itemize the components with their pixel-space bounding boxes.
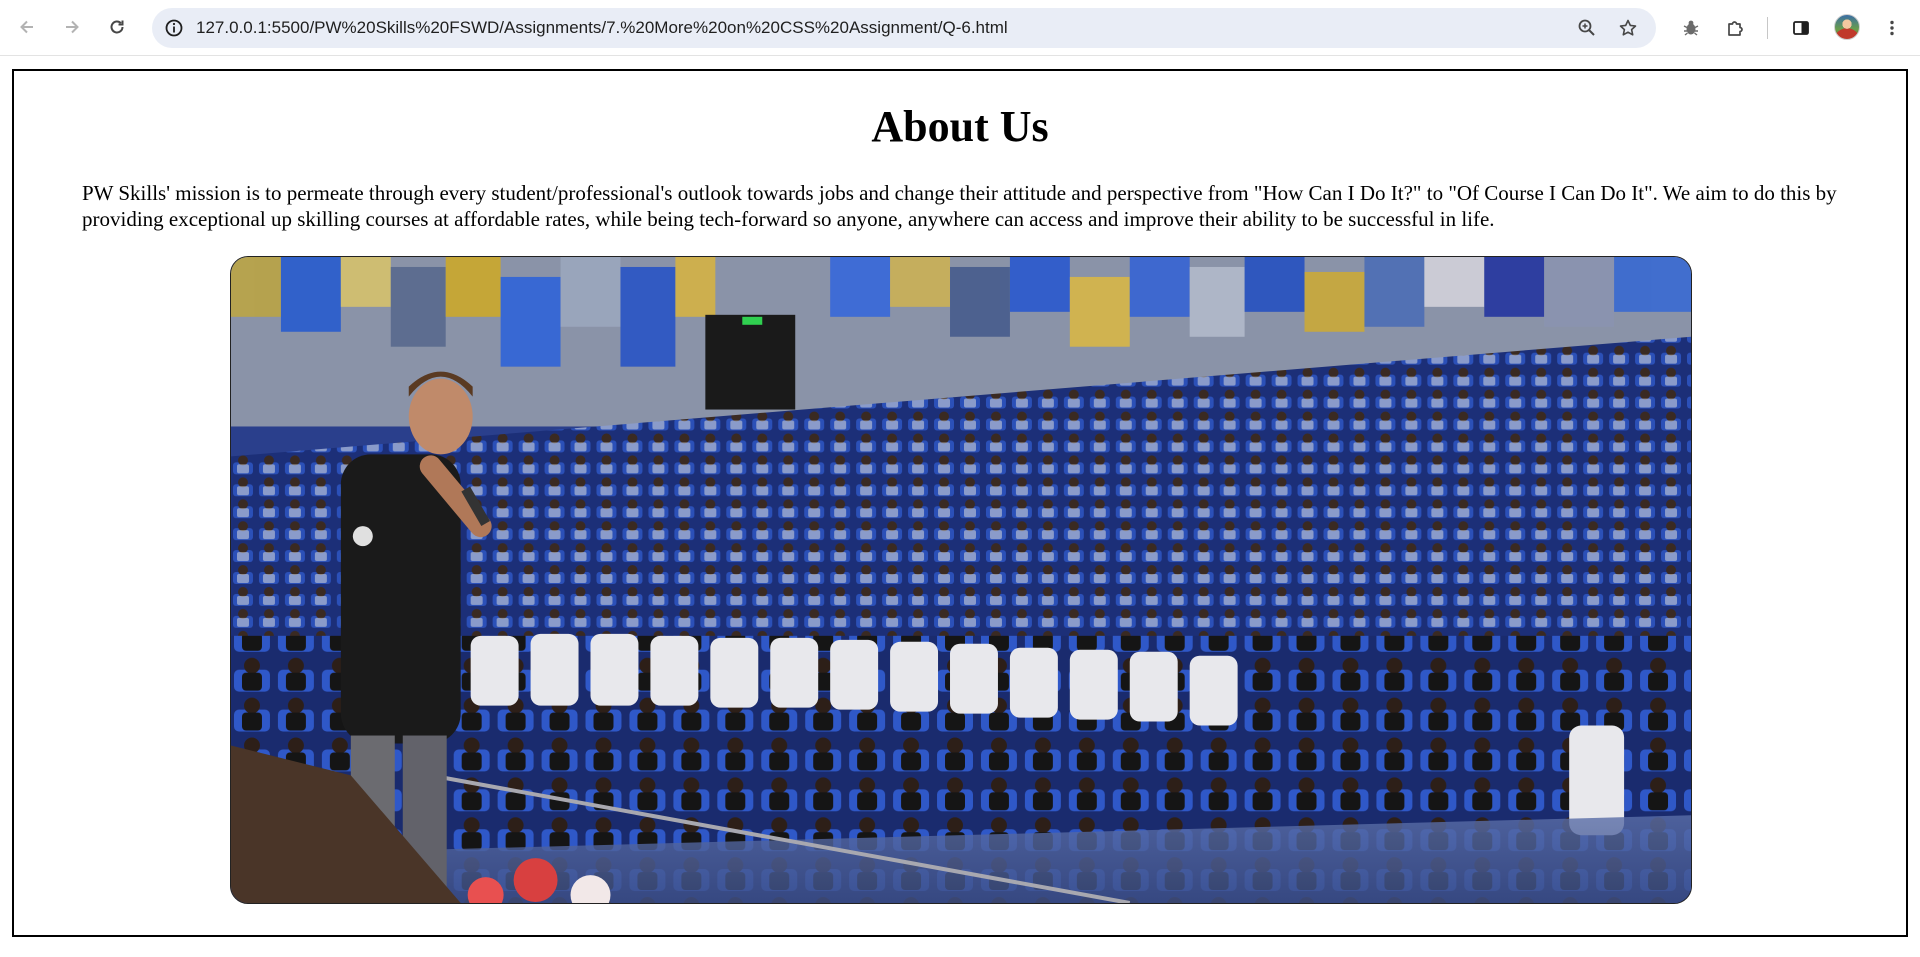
mission-paragraph: PW Skills' mission is to permeate throug… xyxy=(82,181,1837,231)
toolbar-divider xyxy=(1767,17,1768,39)
bug-icon xyxy=(1683,20,1699,36)
forward-button[interactable] xyxy=(57,12,87,42)
info-icon xyxy=(165,19,183,37)
auditorium-photo xyxy=(230,256,1692,904)
zoom-icon xyxy=(1578,19,1595,36)
puzzle-icon xyxy=(1728,21,1743,36)
address-bar[interactable]: 127.0.0.1:5500/PW%20Skills%20FSWD/Assign… xyxy=(152,8,1656,48)
auditorium-illustration xyxy=(231,257,1691,903)
side-panel-icon xyxy=(1793,21,1809,35)
site-info-button[interactable] xyxy=(160,14,188,42)
extensions-button[interactable] xyxy=(1720,13,1750,43)
page-container: About Us PW Skills' mission is to permea… xyxy=(12,69,1908,937)
browser-menu-button[interactable] xyxy=(1877,13,1907,43)
zoom-button[interactable] xyxy=(1573,14,1601,42)
bookmark-button[interactable] xyxy=(1614,14,1642,42)
page-title: About Us xyxy=(871,102,1049,151)
url-text[interactable]: 127.0.0.1:5500/PW%20Skills%20FSWD/Assign… xyxy=(196,8,1008,48)
reload-icon xyxy=(110,20,124,34)
kebab-menu-icon xyxy=(1890,20,1894,36)
reload-button[interactable] xyxy=(102,12,132,42)
back-button[interactable] xyxy=(12,12,42,42)
side-panel-button[interactable] xyxy=(1786,13,1816,43)
profile-avatar[interactable] xyxy=(1834,14,1860,40)
browser-toolbar: 127.0.0.1:5500/PW%20Skills%20FSWD/Assign… xyxy=(0,0,1920,56)
extension-bug-button[interactable] xyxy=(1676,13,1706,43)
arrow-left-icon xyxy=(20,20,33,34)
star-icon xyxy=(1619,19,1637,36)
arrow-right-icon xyxy=(66,20,79,34)
